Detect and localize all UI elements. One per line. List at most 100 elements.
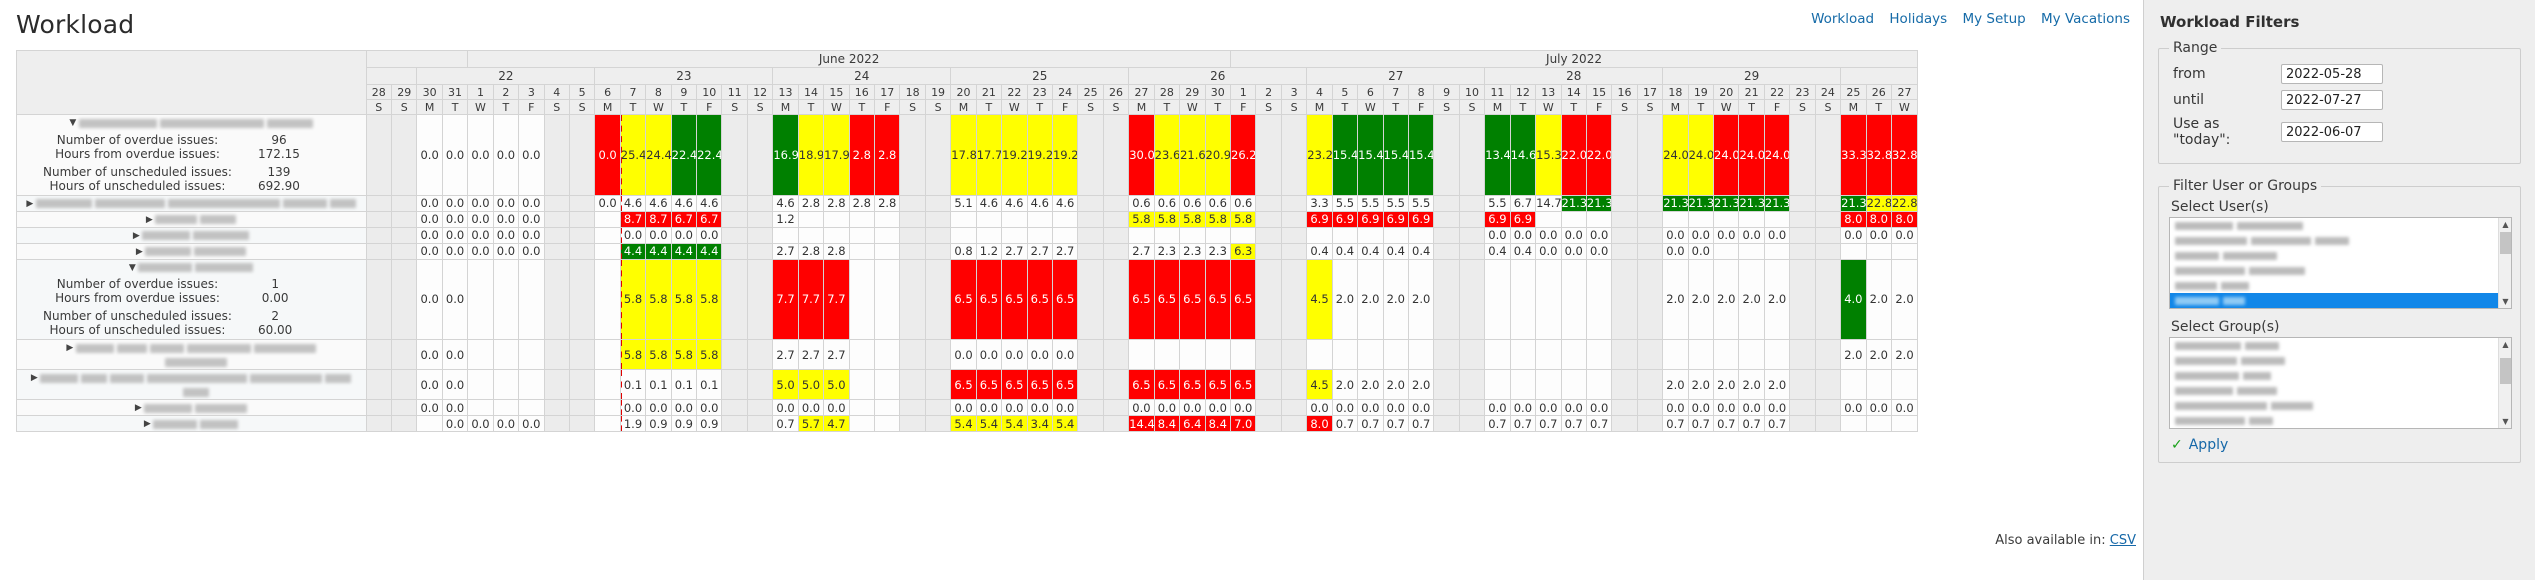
row-label-redacted xyxy=(138,260,256,274)
list-item[interactable] xyxy=(2170,218,2511,233)
row-name-cell[interactable]: ▼ Number of overdue issues: 96 Hours from o… xyxy=(16,114,367,196)
dow-header: F xyxy=(696,99,723,115)
list-item[interactable] xyxy=(2170,353,2511,368)
workload-cell xyxy=(1789,415,1816,432)
apply-button[interactable]: Apply xyxy=(2189,437,2229,453)
expand-triangle-icon[interactable]: ▶ xyxy=(64,343,76,353)
workload-cell: 0.0 xyxy=(1560,242,1587,260)
expand-triangle-icon[interactable]: ▶ xyxy=(133,247,145,257)
workload-cell: 0.0 xyxy=(518,194,545,212)
until-date-input[interactable] xyxy=(2281,90,2383,110)
row-name-cell[interactable]: ▶ xyxy=(16,210,367,228)
day-header: 7 xyxy=(619,84,647,100)
list-item[interactable] xyxy=(2170,263,2511,278)
chevron-up-icon[interactable]: ▲ xyxy=(2499,338,2511,351)
workload-cell xyxy=(1713,339,1740,370)
workload-cell xyxy=(492,399,520,416)
workload-cell xyxy=(848,369,876,400)
nav-link-holidays[interactable]: Holidays xyxy=(1889,11,1947,27)
workload-cell xyxy=(1382,226,1409,244)
overdue-count-value: 1 xyxy=(271,277,279,291)
workload-cell xyxy=(594,399,621,416)
list-item[interactable] xyxy=(2170,428,2511,429)
week-header xyxy=(365,67,418,85)
collapse-triangle-icon[interactable]: ▼ xyxy=(67,118,79,128)
list-item[interactable] xyxy=(2170,383,2511,398)
csv-link[interactable]: CSV xyxy=(2110,533,2136,548)
workload-cell xyxy=(1789,369,1816,400)
list-item[interactable] xyxy=(2170,338,2511,353)
row-name-cell[interactable]: ▶ xyxy=(16,399,367,416)
workload-cell: 0.0 xyxy=(772,399,799,416)
chevron-up-icon[interactable]: ▲ xyxy=(2499,218,2511,231)
workload-cell xyxy=(1280,242,1308,260)
select-groups-label: Select Group(s) xyxy=(2171,319,2280,335)
workload-cell: 4.6 xyxy=(696,194,723,212)
list-item[interactable] xyxy=(2170,278,2511,293)
workload-cell: 0.0 xyxy=(1662,242,1689,260)
expand-triangle-icon[interactable]: ▶ xyxy=(130,231,142,241)
dow-header: T xyxy=(1865,99,1892,115)
today-date-input[interactable] xyxy=(2281,122,2383,142)
scroll-thumb[interactable] xyxy=(2500,232,2511,254)
group-listbox[interactable]: ▲ ▼ xyxy=(2169,337,2512,429)
user-listbox[interactable]: ▲ ▼ xyxy=(2169,217,2512,309)
workload-cell xyxy=(874,415,901,432)
dow-header: S xyxy=(1102,99,1130,115)
user-listbox-scrollbar[interactable]: ▲ ▼ xyxy=(2498,218,2511,308)
row-name-cell[interactable]: ▶ xyxy=(16,242,367,260)
row-name-cell[interactable]: ▶ xyxy=(16,369,367,400)
unscheduled-count-label: Number of unscheduled issues: xyxy=(43,309,232,323)
workload-cell: 0.0 xyxy=(619,399,647,416)
collapse-triangle-icon[interactable]: ▼ xyxy=(126,263,138,273)
from-date-input[interactable] xyxy=(2281,64,2383,84)
list-item[interactable] xyxy=(2170,308,2511,309)
workload-cell xyxy=(518,369,545,400)
row-name-cell[interactable]: ▶ xyxy=(16,226,367,244)
chevron-down-icon[interactable]: ▼ xyxy=(2499,295,2511,308)
nav-link-my-setup[interactable]: My Setup xyxy=(1962,11,2025,27)
scroll-thumb[interactable] xyxy=(2500,358,2511,384)
workload-cell xyxy=(1306,226,1333,244)
overdue-hours-value: 0.00 xyxy=(261,291,289,305)
row-name-cell[interactable]: ▶ xyxy=(16,415,367,432)
day-header: 17 xyxy=(1636,84,1664,100)
expand-triangle-icon[interactable]: ▶ xyxy=(143,215,155,225)
expand-triangle-icon[interactable]: ▶ xyxy=(141,419,153,429)
day-header: 22 xyxy=(1763,84,1791,100)
list-item[interactable] xyxy=(2170,248,2511,263)
workload-cell xyxy=(390,114,418,196)
nav-link-my-vacations[interactable]: My Vacations xyxy=(2041,11,2130,27)
list-item[interactable] xyxy=(2170,413,2511,428)
list-item[interactable] xyxy=(2170,293,2511,308)
workload-cell xyxy=(924,242,952,260)
expand-triangle-icon[interactable]: ▶ xyxy=(28,373,40,383)
expand-triangle-icon[interactable]: ▶ xyxy=(132,403,144,413)
expand-triangle-icon[interactable]: ▶ xyxy=(24,199,36,209)
workload-cell xyxy=(1763,210,1791,228)
row-name-cell[interactable]: ▶ xyxy=(16,339,367,370)
nav-link-workload[interactable]: Workload xyxy=(1811,11,1874,27)
list-item[interactable] xyxy=(2170,233,2511,248)
workload-cell xyxy=(1077,114,1104,196)
workload-cell xyxy=(1230,339,1257,370)
row-name-cell[interactable]: ▶ xyxy=(16,194,367,212)
list-item[interactable] xyxy=(2170,398,2511,413)
workload-cell xyxy=(1814,399,1842,416)
workload-cell: 0.4 xyxy=(1382,242,1409,260)
workload-cell xyxy=(543,339,570,370)
workload-table: June 2022 July 2022 22 23 24 25 26 27 28 29 28 29… xyxy=(16,50,1919,432)
workload-cell: 0.0 xyxy=(441,242,469,260)
chevron-down-icon[interactable]: ▼ xyxy=(2499,415,2511,428)
workload-cell xyxy=(1280,226,1308,244)
list-item[interactable] xyxy=(2170,368,2511,383)
workload-cell xyxy=(1026,210,1053,228)
workload-cell: 6.5 xyxy=(1026,258,1053,340)
row-name-cell[interactable]: ▼ Number of overdue issues: 1 Hours from ov… xyxy=(16,258,367,340)
workload-cell xyxy=(1001,210,1028,228)
dow-header: S xyxy=(899,99,926,115)
group-listbox-scrollbar[interactable]: ▲ ▼ xyxy=(2498,338,2511,428)
workload-cell: 4.6 xyxy=(975,194,1003,212)
dow-header: S xyxy=(1077,99,1104,115)
row-label-redacted xyxy=(155,212,239,226)
